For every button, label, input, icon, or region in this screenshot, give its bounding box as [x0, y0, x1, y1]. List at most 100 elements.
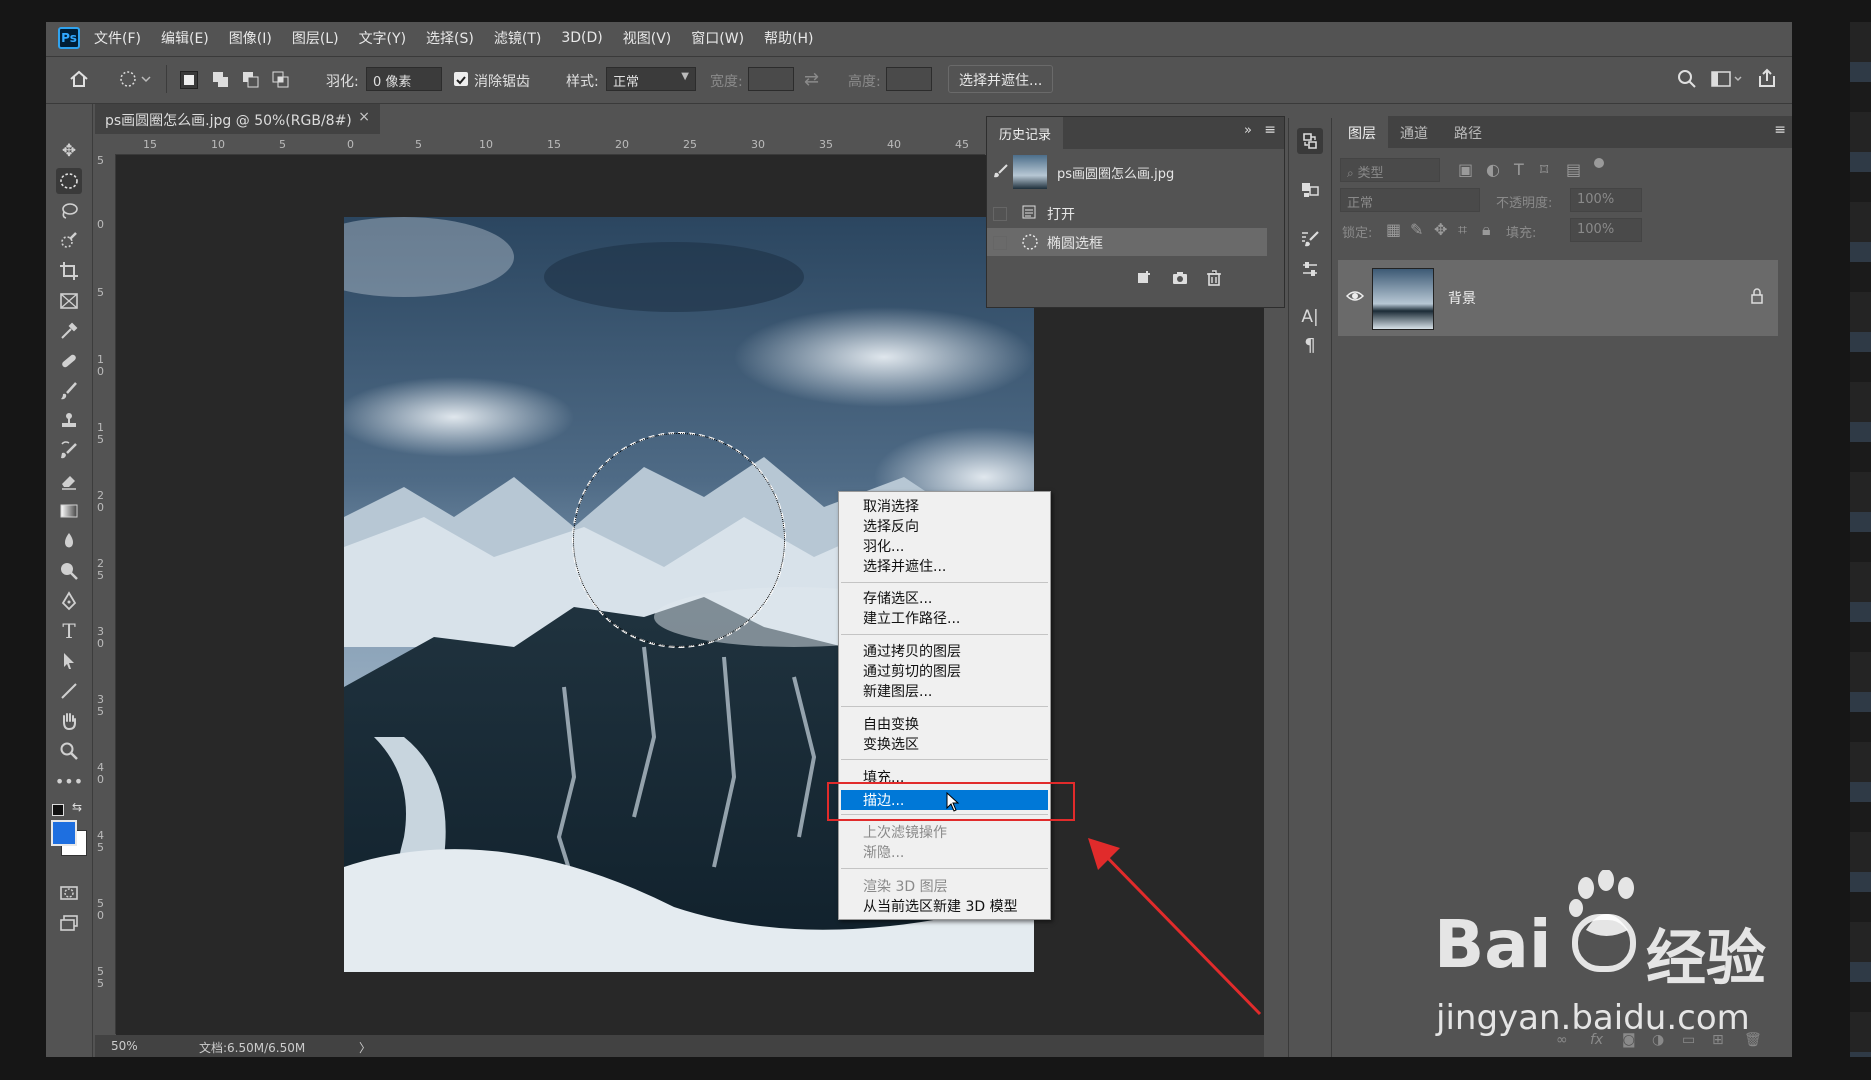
- intersect-selection-icon[interactable]: [272, 71, 290, 89]
- menu-item-save-selection[interactable]: 存储选区...: [863, 588, 932, 608]
- filter-adjustment-icon[interactable]: ◐: [1486, 160, 1500, 179]
- state-checkbox[interactable]: [993, 207, 1007, 221]
- tab-channels[interactable]: 通道: [1388, 116, 1440, 148]
- panel-menu-icon[interactable]: ≡: [1264, 122, 1276, 138]
- type-tool-icon[interactable]: T: [56, 618, 82, 644]
- style-select[interactable]: 正常 ▼: [606, 67, 696, 91]
- eyedropper-tool-icon[interactable]: [56, 318, 82, 344]
- pen-tool-icon[interactable]: [56, 588, 82, 614]
- crop-tool-icon[interactable]: [56, 258, 82, 284]
- path-selection-tool-icon[interactable]: [56, 648, 82, 674]
- menu-3d[interactable]: 3D(D): [561, 30, 602, 46]
- menu-type[interactable]: 文字(Y): [359, 28, 406, 48]
- elliptical-marquee-preset-icon[interactable]: [118, 69, 152, 93]
- menu-item-deselect[interactable]: 取消选择: [863, 496, 919, 516]
- layer-filter-select[interactable]: ⌕ 类型: [1340, 158, 1440, 182]
- history-panel-icon[interactable]: [1297, 128, 1323, 154]
- swap-colors-icon[interactable]: ⇆: [72, 800, 82, 814]
- antialias-checkbox[interactable]: [454, 72, 468, 86]
- menu-image[interactable]: 图像(I): [229, 28, 272, 48]
- menu-item-new-3d-from-selection[interactable]: 从当前选区新建 3D 模型: [863, 896, 1018, 916]
- search-icon[interactable]: [1676, 68, 1698, 94]
- new-selection-icon[interactable]: [180, 71, 198, 89]
- history-brush-source-icon[interactable]: [993, 163, 1009, 183]
- history-snapshot-row[interactable]: ps画圆圈怎么画.jpg: [987, 151, 1267, 195]
- menu-item-transform-selection[interactable]: 变换选区: [863, 734, 919, 754]
- move-tool-icon[interactable]: ✥: [56, 138, 82, 164]
- quick-selection-tool-icon[interactable]: [56, 228, 82, 254]
- share-icon[interactable]: [1756, 67, 1778, 93]
- lock-image-icon[interactable]: ✎: [1410, 220, 1423, 239]
- menu-item-new-layer[interactable]: 新建图层...: [863, 681, 932, 701]
- healing-brush-tool-icon[interactable]: [56, 348, 82, 374]
- default-colors-icon[interactable]: [52, 804, 64, 816]
- screen-mode-icon[interactable]: [56, 910, 82, 936]
- subtract-from-selection-icon[interactable]: [242, 71, 260, 89]
- workspace-icon[interactable]: [1710, 69, 1744, 93]
- lock-all-icon[interactable]: 🔒︎: [1482, 220, 1491, 240]
- tab-history[interactable]: 历史记录: [987, 117, 1064, 149]
- adjustments-icon[interactable]: [1297, 256, 1323, 282]
- blur-tool-icon[interactable]: [56, 528, 82, 554]
- tab-layers[interactable]: 图层: [1336, 116, 1388, 148]
- menu-filter[interactable]: 滤镜(T): [494, 28, 541, 48]
- panel-collapse-icon[interactable]: »: [1244, 123, 1252, 138]
- select-and-mask-button[interactable]: 选择并遮住...: [948, 65, 1054, 93]
- lock-artboard-icon[interactable]: ⌗: [1458, 220, 1467, 240]
- panel-menu-icon[interactable]: ≡: [1774, 122, 1786, 138]
- filter-toggle-icon[interactable]: [1594, 158, 1604, 168]
- feather-input[interactable]: 0 像素: [366, 67, 442, 91]
- menu-layer[interactable]: 图层(L): [292, 28, 339, 48]
- filter-type-icon[interactable]: T: [1514, 160, 1524, 179]
- status-menu-arrow-icon[interactable]: 〉: [359, 1039, 371, 1056]
- menu-edit[interactable]: 编辑(E): [161, 28, 209, 48]
- fill-input[interactable]: 100%: [1570, 218, 1642, 242]
- menu-item-feather[interactable]: 羽化...: [863, 536, 904, 556]
- menu-item-layer-via-cut[interactable]: 通过剪切的图层: [863, 661, 961, 681]
- menu-help[interactable]: 帮助(H): [764, 28, 813, 48]
- filter-shape-icon[interactable]: ⌑: [1540, 160, 1548, 179]
- zoom-level[interactable]: 50%: [111, 1039, 138, 1053]
- elliptical-marquee-tool-icon[interactable]: [56, 168, 82, 194]
- history-brush-tool-icon[interactable]: [56, 438, 82, 464]
- document-tab[interactable]: ps画圆圈怎么画.jpg @ 50%(RGB/8#) ×: [95, 104, 380, 134]
- menu-item-free-transform[interactable]: 自由变换: [863, 714, 919, 734]
- color-panel-icon[interactable]: [1297, 176, 1323, 202]
- menu-file[interactable]: 文件(F): [94, 28, 141, 48]
- lock-position-icon[interactable]: ✥: [1434, 220, 1447, 239]
- lasso-tool-icon[interactable]: [56, 198, 82, 224]
- paragraph-panel-icon[interactable]: ¶: [1297, 332, 1323, 358]
- brush-tool-icon[interactable]: [56, 378, 82, 404]
- menu-item-select-inverse[interactable]: 选择反向: [863, 516, 919, 536]
- visibility-eye-icon[interactable]: [1345, 288, 1365, 307]
- menu-window[interactable]: 窗口(W): [691, 28, 744, 48]
- gradient-tool-icon[interactable]: [56, 498, 82, 524]
- lock-transparent-icon[interactable]: ▦: [1386, 220, 1401, 239]
- tab-paths[interactable]: 路径: [1442, 116, 1494, 148]
- menu-select[interactable]: 选择(S): [426, 28, 474, 48]
- line-tool-icon[interactable]: [56, 678, 82, 704]
- home-icon[interactable]: [68, 68, 90, 94]
- state-checkbox[interactable]: [993, 236, 1007, 250]
- add-to-selection-icon[interactable]: [212, 71, 230, 89]
- dodge-tool-icon[interactable]: [56, 558, 82, 584]
- layer-row-background[interactable]: 背景: [1338, 260, 1778, 336]
- camera-icon[interactable]: [1171, 269, 1189, 291]
- clone-stamp-tool-icon[interactable]: [56, 408, 82, 434]
- trash-icon[interactable]: [1205, 269, 1223, 291]
- history-state-row-selected[interactable]: 椭圆选框: [987, 228, 1267, 256]
- eraser-tool-icon[interactable]: [56, 468, 82, 494]
- elliptical-selection-marquee[interactable]: [572, 432, 786, 648]
- menu-item-select-and-mask[interactable]: 选择并遮住...: [863, 556, 946, 576]
- history-state-row[interactable]: 打开: [987, 199, 1267, 227]
- opacity-input[interactable]: 100%: [1570, 188, 1642, 212]
- close-icon[interactable]: ×: [358, 109, 370, 125]
- quick-mask-icon[interactable]: [56, 880, 82, 906]
- menu-item-make-work-path[interactable]: 建立工作路径...: [863, 608, 960, 628]
- filter-pixel-icon[interactable]: ▣: [1458, 160, 1473, 179]
- filter-smart-object-icon[interactable]: ▤: [1566, 160, 1581, 179]
- zoom-tool-icon[interactable]: [56, 738, 82, 764]
- menu-item-layer-via-copy[interactable]: 通过拷贝的图层: [863, 641, 961, 661]
- character-panel-icon[interactable]: A|: [1297, 304, 1323, 330]
- brush-settings-icon[interactable]: [1297, 226, 1323, 252]
